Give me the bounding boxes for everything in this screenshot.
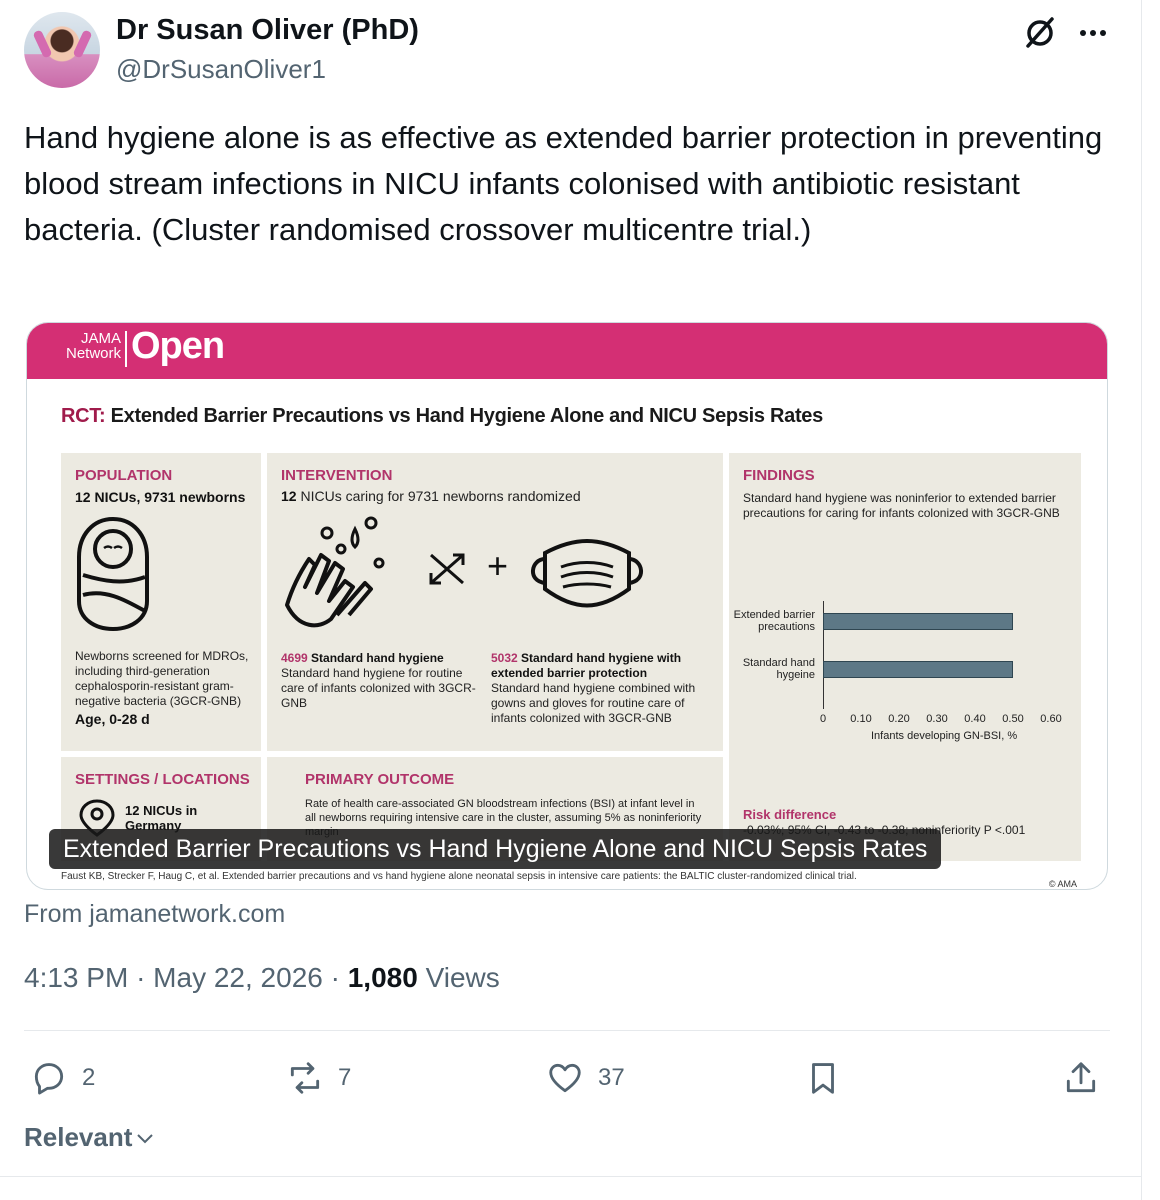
post-date[interactable]: May 22, 2026 (153, 962, 323, 993)
arm2-title: Standard hand hygiene with extended barr… (491, 651, 682, 680)
share-button[interactable] (1062, 1058, 1114, 1098)
chart-bar (823, 661, 1013, 678)
views-count: 1,080 (347, 962, 418, 993)
risk-heading: Risk difference (743, 807, 837, 822)
separator: · (136, 962, 146, 993)
intervention-sub: 12 NICUs caring for 9731 newborns random… (281, 489, 581, 504)
chart-category-label: Standard hand hygeine (742, 657, 815, 681)
source-link[interactable]: From jamanetwork.com (24, 900, 285, 929)
journal-logo-line: JAMA (80, 330, 121, 347)
chart-tick-label: 0.20 (888, 713, 910, 725)
face-mask-icon (531, 539, 643, 608)
chart-tick-label: 0.60 (1040, 713, 1062, 725)
chart-x-axis-label: Infants developing GN-BSI, % (871, 730, 1018, 742)
population-body: Newborns screened for MDROs, including t… (75, 649, 249, 708)
sort-relevant-dropdown[interactable]: Relevant (24, 1122, 154, 1153)
findings-body: Standard hand hygiene was noninferior to… (743, 491, 1060, 520)
population-sub: 12 NICUs, 9731 newborns (75, 489, 246, 505)
settings-heading: SETTINGS / LOCATIONS (75, 771, 250, 788)
intervention-panel: INTERVENTION 12 NICUs caring for 9731 ne… (267, 453, 723, 751)
avatar[interactable] (24, 12, 100, 88)
author-name[interactable]: Dr Susan Oliver (PhD) (116, 14, 419, 47)
chart-tick-label: 0.10 (850, 713, 872, 725)
title-text: Extended Barrier Precautions vs Hand Hyg… (110, 405, 824, 427)
journal-logo-open: Open (131, 325, 225, 367)
arm1-count: 4699 (281, 651, 308, 665)
separator: · (330, 962, 340, 993)
tweet-media-image[interactable]: JAMA Network Open RCT: Extended Barrier … (26, 322, 1108, 890)
intervention-sub-text: NICUs caring for 9731 newborns randomize… (300, 488, 581, 504)
journal-logo-line: Network (65, 345, 121, 362)
reply-button[interactable]: 2 (30, 1058, 95, 1098)
plus-sign: + (487, 545, 509, 586)
repost-count: 7 (338, 1064, 352, 1091)
arm1-block: 4699 Standard hand hygiene Standard hand… (281, 651, 481, 711)
copyright: © AMA (1048, 879, 1077, 889)
journal-banner: JAMA Network Open (27, 323, 1107, 379)
intervention-count: 12 (281, 488, 297, 504)
swaddled-baby-icon (77, 516, 149, 632)
hand-washing-icon (285, 516, 385, 628)
findings-panel: FINDINGS Standard hand hygiene was nonin… (729, 453, 1081, 861)
divider (0, 1176, 1142, 1177)
reply-count: 2 (82, 1064, 96, 1091)
population-age: Age, 0-28 d (75, 711, 150, 727)
reply-icon (34, 1063, 64, 1095)
avatar-arm (72, 29, 93, 59)
chart-tick-label: 0.30 (926, 713, 948, 725)
journal-logo-small: JAMA Network (57, 331, 121, 361)
population-heading: POPULATION (75, 467, 173, 484)
repost-icon (290, 1062, 320, 1094)
primary-heading: PRIMARY OUTCOME (305, 771, 455, 788)
arm1-title: Standard hand hygiene (311, 651, 444, 665)
like-button[interactable]: 37 (546, 1058, 625, 1098)
chart-tick-label: 0.50 (1002, 713, 1024, 725)
chart-tick-label: 0.40 (964, 713, 986, 725)
tweet-meta: 4:13 PM · May 22, 2026 · 1,080 Views (24, 962, 500, 994)
arm2-count: 5032 (491, 651, 518, 665)
views-label: Views (425, 962, 500, 993)
arm2-block: 5032 Standard hand hygiene with extended… (491, 651, 717, 726)
citation: Faust KB, Strecker F, Haug C, et al. Ext… (61, 871, 857, 882)
findings-heading: FINDINGS (743, 467, 815, 484)
logo-divider (125, 331, 127, 367)
intervention-heading: INTERVENTION (281, 467, 393, 484)
grok-icon[interactable] (1022, 14, 1058, 50)
infographic-title: RCT: Extended Barrier Precautions vs Han… (61, 405, 823, 428)
author-handle[interactable]: @DrSusanOliver1 (116, 54, 326, 85)
like-count: 37 (598, 1064, 625, 1091)
gloves-crossed-icon (429, 553, 465, 585)
avatar-arm (32, 29, 53, 59)
chart-tick-label: 0 (819, 713, 827, 725)
tweet-text: Hand hygiene alone is as effective as ex… (24, 120, 1103, 247)
population-panel: POPULATION 12 NICUs, 9731 newborns Newbo… (61, 453, 261, 751)
tweet-header: Dr Susan Oliver (PhD) @DrSusanOliver1 (24, 12, 1114, 92)
arm1-body: Standard hand hygiene for routine care o… (281, 666, 476, 710)
heart-icon (549, 1063, 581, 1093)
more-options-icon[interactable] (1076, 18, 1110, 48)
title-prefix: RCT: (61, 405, 106, 427)
repost-button[interactable]: 7 (286, 1058, 351, 1098)
bookmark-button[interactable] (804, 1058, 856, 1098)
arm2-body: Standard hand hygiene combined with gown… (491, 681, 696, 725)
chevron-down-icon (137, 1134, 154, 1144)
post-time[interactable]: 4:13 PM (24, 962, 128, 993)
bookmark-icon (812, 1063, 834, 1094)
chart-category-label: Extended barrier precautions (733, 609, 815, 633)
chart-bar (823, 613, 1013, 630)
column-border (1141, 0, 1142, 1200)
sort-label: Relevant (24, 1122, 133, 1152)
image-alt-caption[interactable]: Extended Barrier Precautions vs Hand Hyg… (49, 829, 942, 869)
divider (24, 1030, 1110, 1031)
share-icon (1066, 1062, 1096, 1093)
